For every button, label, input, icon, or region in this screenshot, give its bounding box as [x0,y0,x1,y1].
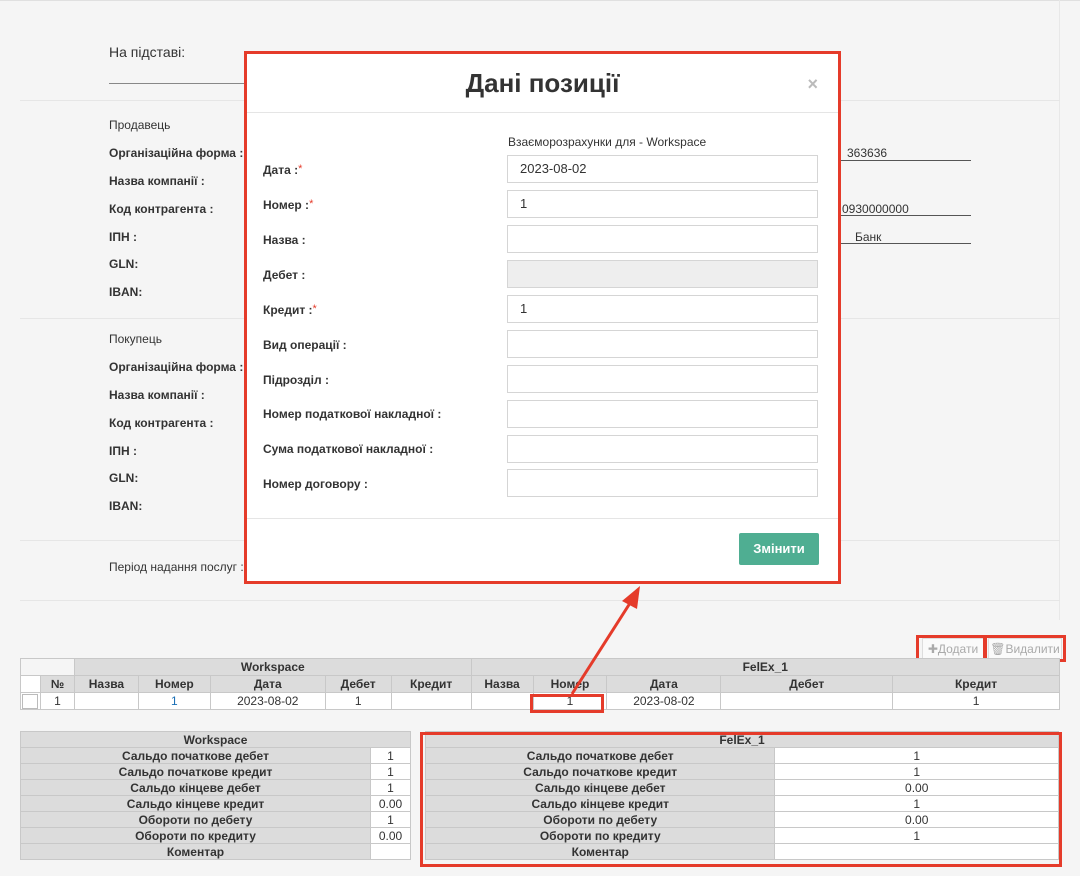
number-label: Номер :* [263,198,314,212]
seller-gln-label: GLN: [109,257,139,271]
seller-ipn-label: ІПН : [109,230,137,244]
seller-right-underline-1 [840,160,971,161]
col-f-name[interactable]: Назва [470,675,534,693]
sw-comment-value[interactable] [370,843,411,860]
summary-workspace-header: Workspace [20,731,411,748]
submit-change-button[interactable]: Змінити [739,533,819,565]
col-f-number[interactable]: Номер [532,675,608,693]
close-icon[interactable]: × [807,74,818,95]
tax-invoice-sum-field[interactable] [507,435,818,463]
right-divider [1059,0,1060,620]
seller-company-name-label: Назва компанії : [109,174,205,188]
name-field[interactable] [507,225,818,253]
sw-label-4: Обороти по дебету [20,811,371,828]
sw-value-4: 1 [370,811,411,828]
service-period-label: Період надання послуг : [109,560,244,574]
seller-right-value-1: 363636 [847,146,888,160]
name-label: Назва : [263,233,306,247]
summary-workspace: Workspace Сальдо початкове дебет 1 Сальдо… [20,731,411,860]
sw-value-3: 0.00 [370,795,411,812]
row-f-name [470,692,534,710]
grid-group-felex: FelEx_1 [470,658,1061,676]
buyer-iban-label: IBAN: [109,499,143,513]
col-f-credit[interactable]: Кредит [892,675,1060,693]
col-w-name[interactable]: Назва [73,675,139,693]
highlight-felex-number [530,694,604,713]
row-f-credit: 1 [892,692,1060,710]
sw-label-6: Коментар [20,843,371,860]
sw-label-1: Сальдо початкове кредит [20,763,371,780]
col-w-date[interactable]: Дата [209,675,326,693]
buyer-company-name-label: Назва компанії : [109,388,205,402]
date-field[interactable]: 2023-08-02 [507,155,818,183]
operation-type-field[interactable] [507,330,818,358]
tax-invoice-number-field[interactable] [507,400,818,428]
sw-value-1: 1 [370,763,411,780]
department-label: Підрозділ : [263,373,329,387]
row-f-date: 2023-08-02 [606,692,722,710]
col-w-debit[interactable]: Дебет [324,675,392,693]
contract-number-label: Номер договору : [263,477,368,491]
buyer-counterparty-code-label: Код контрагента : [109,416,214,430]
row-w-debit: 1 [324,692,392,710]
row-checkbox[interactable] [20,692,41,710]
seller-right-value-2: 0930000000 [842,202,909,216]
modal-title: Дані позиції [465,68,620,98]
seller-title: Продавець [109,118,171,132]
select-all-checkbox[interactable] [20,675,41,693]
buyer-gln-label: GLN: [109,471,139,485]
tax-invoice-sum-label: Сума податкової накладної : [263,442,434,456]
sw-label-2: Сальдо кінцеве дебет [20,779,371,796]
position-data-modal: Дані позиції × Взаєморозрахунки для - Wo… [244,51,841,584]
grid-column-header-row: № Назва Номер Дата Дебет Кредит Назва Но… [20,675,1060,693]
operation-type-label: Вид операції : [263,338,347,352]
buyer-org-form-label: Організаційна форма : [109,360,244,374]
row-f-debit [720,692,894,710]
date-label: Дата :* [263,163,303,177]
credit-field[interactable]: 1 [507,295,818,323]
seller-right-value-3: Банк [855,230,882,244]
col-w-credit[interactable]: Кредит [390,675,472,693]
modal-footer-divider [247,518,838,519]
basis-underline [109,83,249,84]
buyer-title: Покупець [109,332,162,346]
debit-label: Дебет : [263,268,306,282]
grid-corner [20,658,75,676]
grid-group-workspace: Workspace [73,658,472,676]
col-f-date[interactable]: Дата [606,675,722,693]
col-f-debit[interactable]: Дебет [720,675,894,693]
row-w-credit [390,692,472,710]
modal-header-divider [247,112,838,113]
row-w-date: 2023-08-02 [209,692,326,710]
basis-label: На підставі: [109,44,186,60]
debit-field [507,260,818,288]
buyer-ipn-label: ІПН : [109,444,137,458]
row-w-number-link[interactable]: 1 [137,692,211,710]
seller-org-form-label: Організаційна форма : [109,146,244,160]
credit-label: Кредит :* [263,303,317,317]
sw-label-3: Сальдо кінцеве кредит [20,795,371,812]
number-field[interactable]: 1 [507,190,818,218]
sw-value-0: 1 [370,747,411,764]
seller-counterparty-code-label: Код контрагента : [109,202,214,216]
seller-right-underline-3 [840,243,971,244]
modal-subtitle: Взаєморозрахунки для - Workspace [508,135,707,149]
sw-value-5: 0.00 [370,827,411,844]
row-num: 1 [39,692,75,710]
top-divider [0,0,1080,1]
col-num[interactable]: № [39,675,75,693]
contract-number-field[interactable] [507,469,818,497]
col-w-number[interactable]: Номер [137,675,211,693]
sw-label-0: Сальдо початкове дебет [20,747,371,764]
sw-value-2: 1 [370,779,411,796]
seller-right-underline-2 [840,215,971,216]
section-divider-4 [20,600,1060,601]
row-w-name [73,692,139,710]
seller-iban-label: IBAN: [109,285,143,299]
grid-group-header-row: Workspace FelEx_1 [20,658,1061,676]
tax-invoice-number-label: Номер податкової накладної : [263,407,442,421]
sw-label-5: Обороти по кредиту [20,827,371,844]
highlight-felex-summary [420,732,1062,867]
department-field[interactable] [507,365,818,393]
